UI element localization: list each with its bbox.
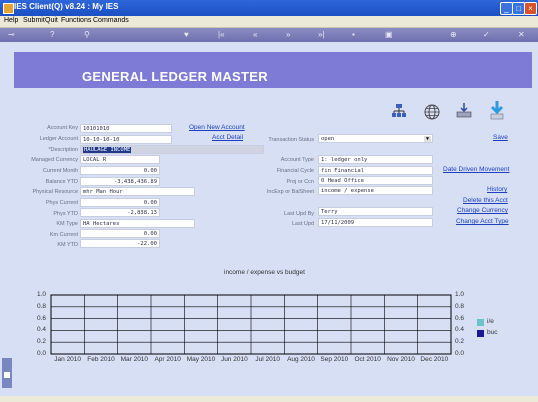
x-tick-label: Jul 2010 xyxy=(255,356,280,363)
y-tick-label-right: 0.0 xyxy=(455,350,465,357)
x-tick-label: Apr 2010 xyxy=(154,356,181,363)
y-tick-label-left: 0.4 xyxy=(37,326,47,334)
x-tick-label: Dec 2010 xyxy=(420,356,449,363)
x-tick-label: May 2010 xyxy=(186,356,216,363)
legend-label: i/e xyxy=(487,318,494,325)
x-tick-label: Jun 2010 xyxy=(220,356,248,363)
x-tick-label: Sep 2010 xyxy=(320,356,349,363)
y-tick-label-left: 0.8 xyxy=(37,302,47,310)
x-tick-label: Jan 2010 xyxy=(54,356,82,363)
y-tick-label-left: 1.0 xyxy=(37,291,47,298)
y-tick-label-left: 0.6 xyxy=(37,314,47,322)
y-tick-label-right: 0.8 xyxy=(455,302,465,310)
x-tick-label: Oct 2010 xyxy=(354,356,381,363)
x-tick-label: Nov 2010 xyxy=(387,356,415,363)
x-tick-label: Feb 2010 xyxy=(87,356,115,363)
legend-swatch xyxy=(477,319,484,326)
side-tab[interactable] xyxy=(2,358,12,388)
status-bar xyxy=(0,396,538,402)
x-tick-label: Aug 2010 xyxy=(287,356,315,363)
y-tick-label-left: 0.2 xyxy=(37,338,47,346)
legend-label: buc xyxy=(487,329,498,336)
x-tick-label: Mar 2010 xyxy=(120,356,149,363)
y-tick-label-right: 0.4 xyxy=(455,326,465,334)
legend-swatch xyxy=(477,330,484,337)
side-tab-icon xyxy=(4,372,10,378)
y-tick-label-right: 1.0 xyxy=(455,291,465,298)
y-tick-label-left: 0.0 xyxy=(37,350,47,357)
y-tick-label-right: 0.2 xyxy=(455,338,465,346)
y-tick-label-right: 0.6 xyxy=(455,314,465,322)
